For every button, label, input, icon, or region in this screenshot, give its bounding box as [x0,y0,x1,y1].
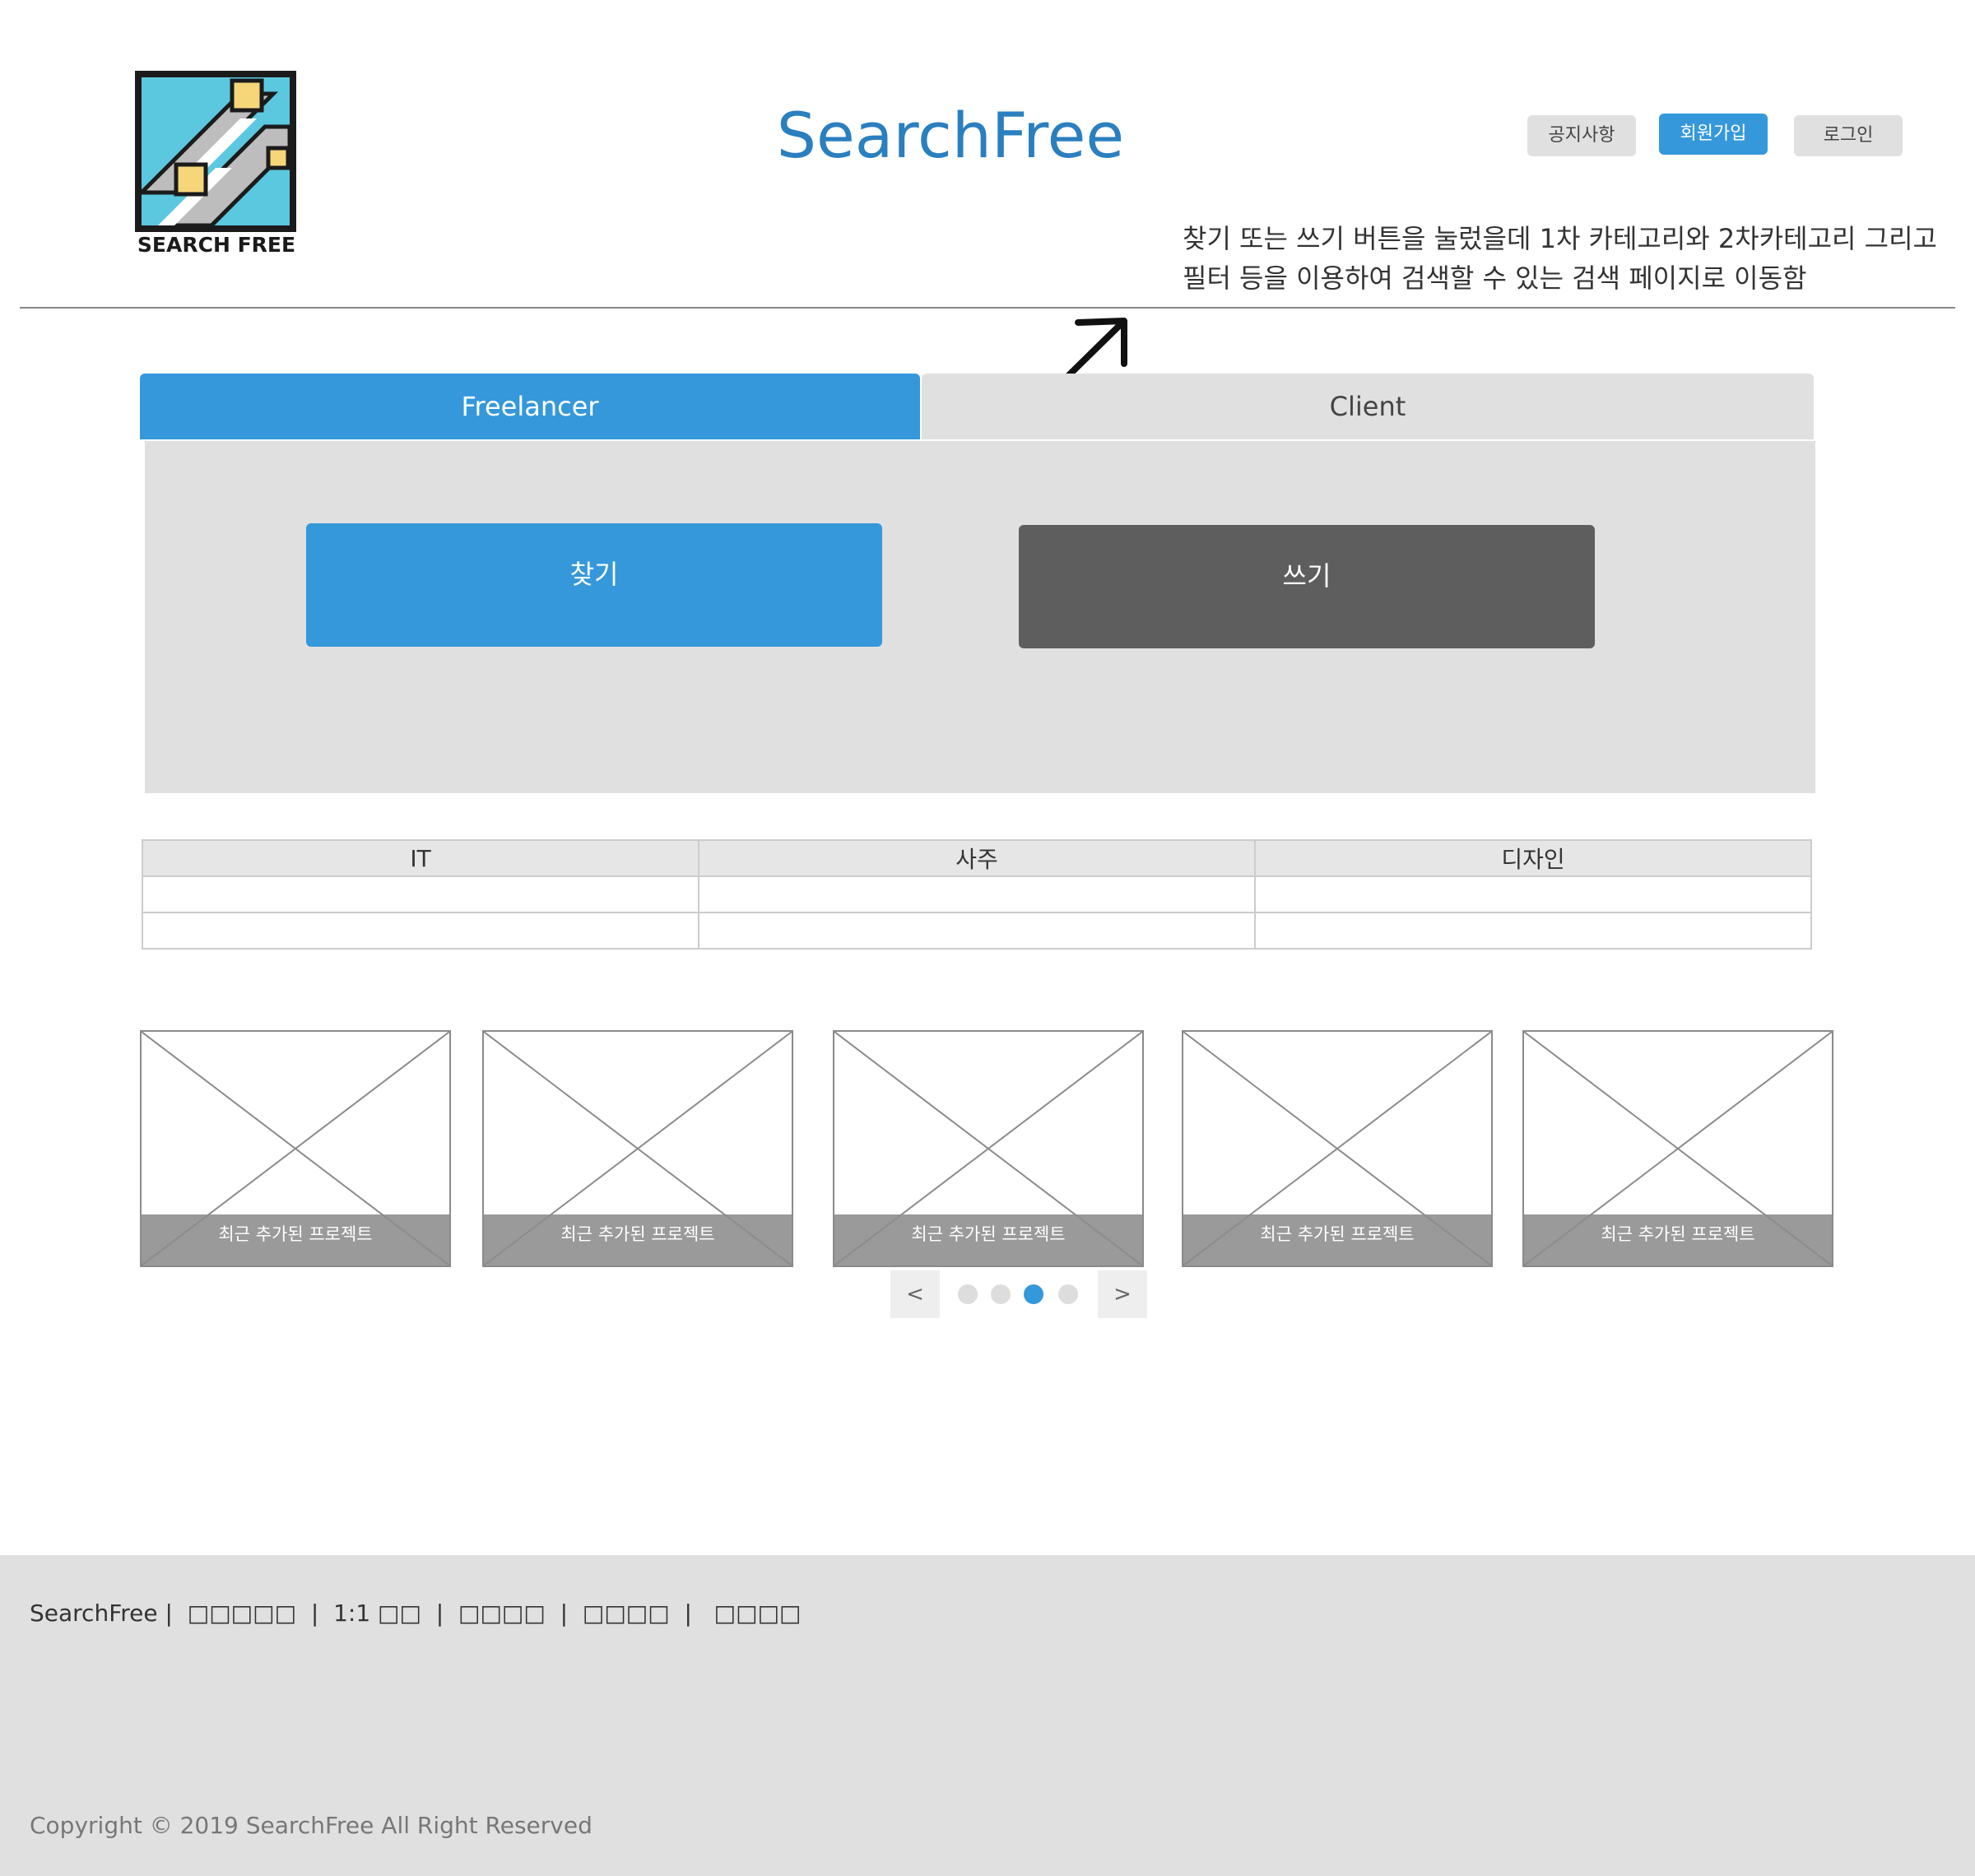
footer-brand: SearchFree [30,1600,158,1627]
table-cell[interactable] [1254,875,1812,913]
footer-link-3[interactable]: □□□□ [458,1600,546,1627]
page-dot-2[interactable] [991,1284,1011,1304]
category-saju[interactable]: 사주 [698,839,1256,877]
header-divider [20,307,1955,309]
table-cell[interactable] [698,875,1256,913]
category-design[interactable]: 디자인 [1254,839,1812,877]
page-dot-4[interactable] [1058,1284,1078,1304]
table-cell[interactable] [142,912,699,950]
page-dot-3[interactable] [1024,1284,1043,1304]
copyright: Copyright © 2019 SearchFree All Right Re… [30,1812,592,1839]
project-card[interactable]: 최근 추가된 프로젝트 [1182,1030,1493,1267]
category-it[interactable]: IT [142,839,699,877]
project-card[interactable]: 최근 추가된 프로젝트 [482,1030,793,1267]
project-card-caption: 최근 추가된 프로젝트 [834,1214,1142,1265]
login-button[interactable]: 로그인 [1794,115,1903,156]
table-cell[interactable] [698,912,1256,950]
project-card-caption: 최근 추가된 프로젝트 [142,1214,449,1265]
footer-link-1[interactable]: □□□□□ [188,1600,296,1627]
table-row [142,912,1812,950]
project-card[interactable]: 최근 추가된 프로젝트 [833,1030,1144,1267]
prev-page-button[interactable]: < [890,1270,940,1318]
project-card-caption: 최근 추가된 프로젝트 [1524,1214,1832,1265]
project-card-caption: 최근 추가된 프로젝트 [1183,1214,1491,1265]
table-cell[interactable] [1254,912,1812,950]
signup-button[interactable]: 회원가입 [1659,114,1768,155]
project-card[interactable]: 최근 추가된 프로젝트 [140,1030,451,1267]
svg-text:SEARCH FREE: SEARCH FREE [137,233,295,255]
project-card[interactable]: 최근 추가된 프로젝트 [1522,1030,1833,1267]
tab-client[interactable]: Client [922,374,1814,439]
find-button[interactable]: 찾기 [306,523,882,647]
write-button[interactable]: 쓰기 [1019,525,1595,648]
category-header-row: IT 사주 디자인 [142,839,1812,877]
tab-freelancer[interactable]: Freelancer [140,374,920,439]
footer-links: SearchFree | □□□□□ | 1:1 □□ | □□□□ | □□□… [30,1600,802,1627]
page-dot-1[interactable] [958,1284,978,1304]
footer-link-4[interactable]: □□□□ [583,1600,670,1627]
category-table: IT 사주 디자인 [142,839,1812,950]
notice-button[interactable]: 공지사항 [1527,115,1636,156]
table-cell[interactable] [142,875,699,913]
footer-link-5[interactable]: □□□□ [714,1600,802,1627]
next-page-button[interactable]: > [1098,1270,1147,1318]
annotation-note: 찾기 또는 쓰기 버튼을 눌렀을데 1차 카테고리와 2차카테고리 그리고 필터… [1183,223,1937,294]
project-card-caption: 최근 추가된 프로젝트 [484,1214,792,1265]
table-row [142,875,1812,913]
footer-link-2[interactable]: 1:1 □□ [333,1600,421,1627]
